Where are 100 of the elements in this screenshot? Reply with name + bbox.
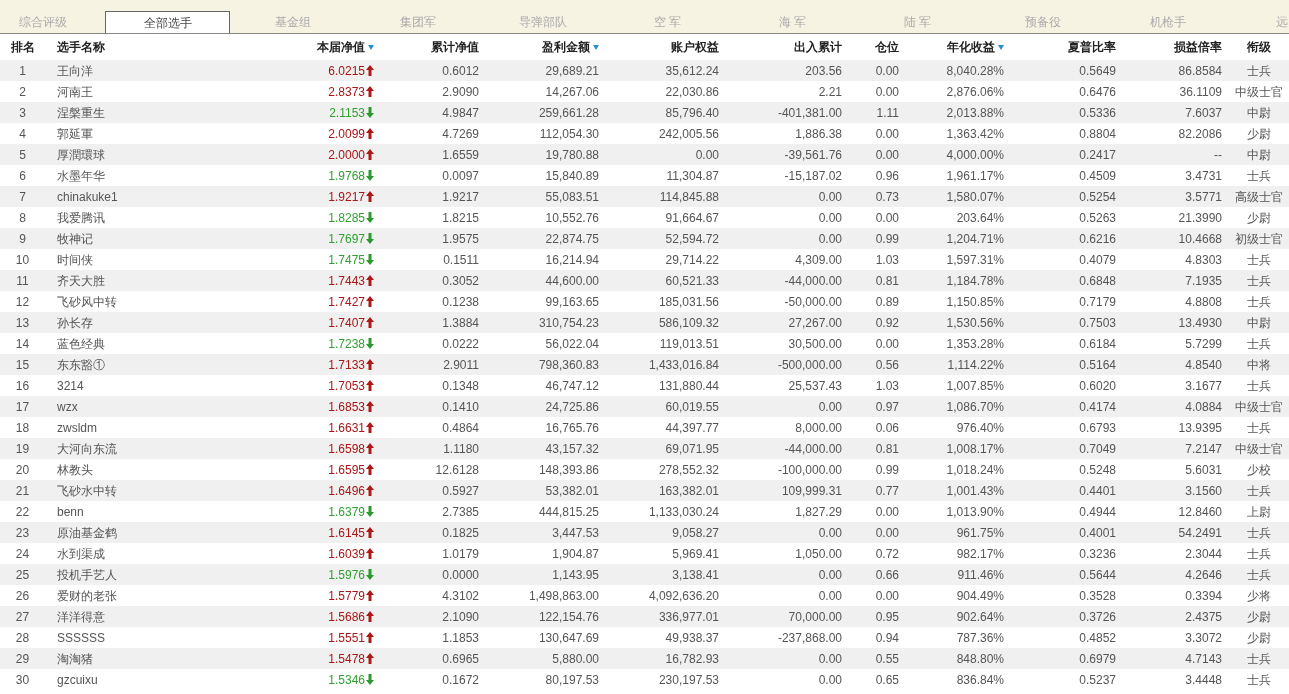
equity-cell: 16,782.93 — [665, 651, 719, 666]
annual-return-cell: 1,150.85% — [946, 294, 1004, 309]
position-cell: 0.73 — [875, 189, 899, 204]
tab[interactable]: 远 — [1230, 11, 1289, 33]
sharpe-cell: 0.4174 — [1079, 399, 1116, 414]
grade-cell: 中将 — [1246, 357, 1271, 372]
grade-cell: 上尉 — [1246, 504, 1271, 519]
annual-return-cell: 203.64% — [956, 210, 1004, 225]
rank-cell: 30 — [15, 672, 30, 687]
grade-cell: 中尉 — [1246, 147, 1271, 162]
equity-cell: 230,197.53 — [658, 672, 719, 687]
column-header[interactable]: 盈利金额 — [542, 40, 599, 54]
player-name-cell: chinakuke1 — [57, 189, 118, 204]
sharpe-cell: 0.5248 — [1079, 462, 1116, 477]
sharpe-cell: 0.5263 — [1079, 210, 1116, 225]
rank-cell: 29 — [15, 651, 30, 666]
cumulative-net-value-cell: 1.1180 — [443, 441, 479, 456]
net-value: 1.6853 — [328, 399, 365, 414]
net-value: 6.0215 — [328, 63, 365, 78]
tab[interactable]: 全部选手 — [105, 11, 230, 33]
in-out-cell: 109,999.31 — [781, 483, 842, 498]
profit-cell: 1,498,863.00 — [528, 588, 599, 603]
player-name-cell: 投机手艺人 — [57, 567, 117, 582]
sharpe-cell: 0.6979 — [1079, 651, 1116, 666]
sort-icon — [368, 45, 374, 51]
equity-cell: 119,013.51 — [659, 336, 719, 351]
pl-ratio-cell: 7.6037 — [1185, 105, 1222, 120]
rank-cell: 17 — [15, 399, 30, 414]
net-value: 1.6039 — [328, 546, 365, 561]
in-out-cell: 0.00 — [818, 588, 842, 603]
rank-cell: 4 — [19, 126, 26, 141]
pl-ratio-cell: 21.3990 — [1178, 210, 1222, 225]
profit-cell: 15,840.89 — [545, 168, 599, 183]
net-value: 1.7133 — [328, 357, 365, 372]
annual-return-cell: 961.75% — [956, 525, 1004, 540]
rank-cell: 15 — [15, 357, 30, 372]
in-out-cell: 2.21 — [818, 84, 842, 99]
sharpe-cell: 0.3236 — [1079, 546, 1116, 561]
grade-cell: 少尉 — [1246, 630, 1271, 645]
annual-return-cell: 1,001.43% — [946, 483, 1004, 498]
rank-cell: 26 — [15, 588, 30, 603]
grade-cell: 士兵 — [1246, 651, 1271, 666]
player-name-cell: 我爱腾讯 — [57, 210, 105, 225]
profit-cell: 14,267.06 — [545, 84, 599, 99]
position-cell: 0.99 — [875, 462, 899, 477]
rank-cell: 5 — [19, 147, 26, 162]
profit-cell: 16,765.76 — [545, 420, 599, 435]
column-header: 损益倍率 — [1174, 40, 1222, 54]
net-value: 1.7475 — [328, 252, 365, 267]
equity-cell: 60,019.55 — [665, 399, 719, 414]
player-name-cell: SSSSSS — [57, 630, 106, 645]
position-cell: 0.00 — [875, 147, 899, 162]
net-value: 1.7427 — [328, 294, 365, 309]
player-name-cell: 蓝色经典 — [57, 336, 105, 351]
tab[interactable]: 集团军 — [355, 11, 480, 33]
tab[interactable]: 机枪手 — [1105, 11, 1230, 33]
in-out-cell: 1,886.38 — [795, 126, 842, 141]
annual-return-cell: 1,597.31% — [946, 252, 1004, 267]
in-out-cell: -15,187.02 — [784, 168, 842, 183]
pl-ratio-cell: 2.4375 — [1185, 609, 1222, 624]
profit-cell: 310,754.23 — [538, 315, 599, 330]
cumulative-net-value-cell: 1.3884 — [442, 315, 479, 330]
grade-cell: 士兵 — [1246, 63, 1271, 78]
tab[interactable]: 陆 军 — [855, 11, 980, 33]
sharpe-cell: 0.2417 — [1079, 147, 1116, 162]
rank-cell: 13 — [15, 315, 30, 330]
profit-cell: 122,154.76 — [538, 609, 599, 624]
annual-return-cell: 1,961.17% — [946, 168, 1004, 183]
net-value: 1.7053 — [328, 378, 365, 393]
annual-return-cell: 836.84% — [956, 672, 1004, 687]
column-header[interactable]: 年化收益 — [947, 40, 1004, 54]
position-cell: 0.81 — [875, 441, 899, 456]
net-value: 1.8285 — [328, 210, 365, 225]
player-name-cell: 河南王 — [57, 84, 93, 99]
sharpe-cell: 0.4401 — [1079, 483, 1116, 498]
column-header[interactable]: 本届净值 — [317, 40, 374, 54]
tab[interactable]: 导弹部队 — [480, 11, 605, 33]
tab[interactable]: 预备役 — [980, 11, 1105, 33]
player-name-cell: 齐天大胜 — [57, 273, 105, 288]
player-name-cell: 飞砂风中转 — [57, 294, 117, 309]
equity-cell: 52,594.72 — [665, 231, 719, 246]
rank-cell: 2 — [19, 84, 26, 99]
annual-return-cell: 1,007.85% — [946, 378, 1004, 393]
equity-cell: 85,796.40 — [665, 105, 719, 120]
tab[interactable]: 空 军 — [605, 11, 730, 33]
equity-cell: 586,109.32 — [658, 315, 719, 330]
tab[interactable]: 海 军 — [730, 11, 855, 33]
tab[interactable]: 综合评级 — [0, 11, 105, 33]
pl-ratio-cell: 7.2147 — [1185, 441, 1222, 456]
net-value: 1.6145 — [328, 525, 365, 540]
player-name-cell: 林教头 — [57, 462, 93, 477]
position-cell: 0.95 — [875, 609, 899, 624]
profit-cell: 29,689.21 — [545, 63, 599, 78]
equity-cell: 22,030.86 — [665, 84, 719, 99]
in-out-cell: 30,500.00 — [788, 336, 842, 351]
position-cell: 0.00 — [875, 336, 899, 351]
tab[interactable]: 基金组 — [230, 11, 355, 33]
profit-cell: 148,393.86 — [538, 462, 599, 477]
cumulative-net-value-cell: 0.1672 — [442, 672, 479, 687]
pl-ratio-cell: 3.4448 — [1185, 672, 1222, 687]
